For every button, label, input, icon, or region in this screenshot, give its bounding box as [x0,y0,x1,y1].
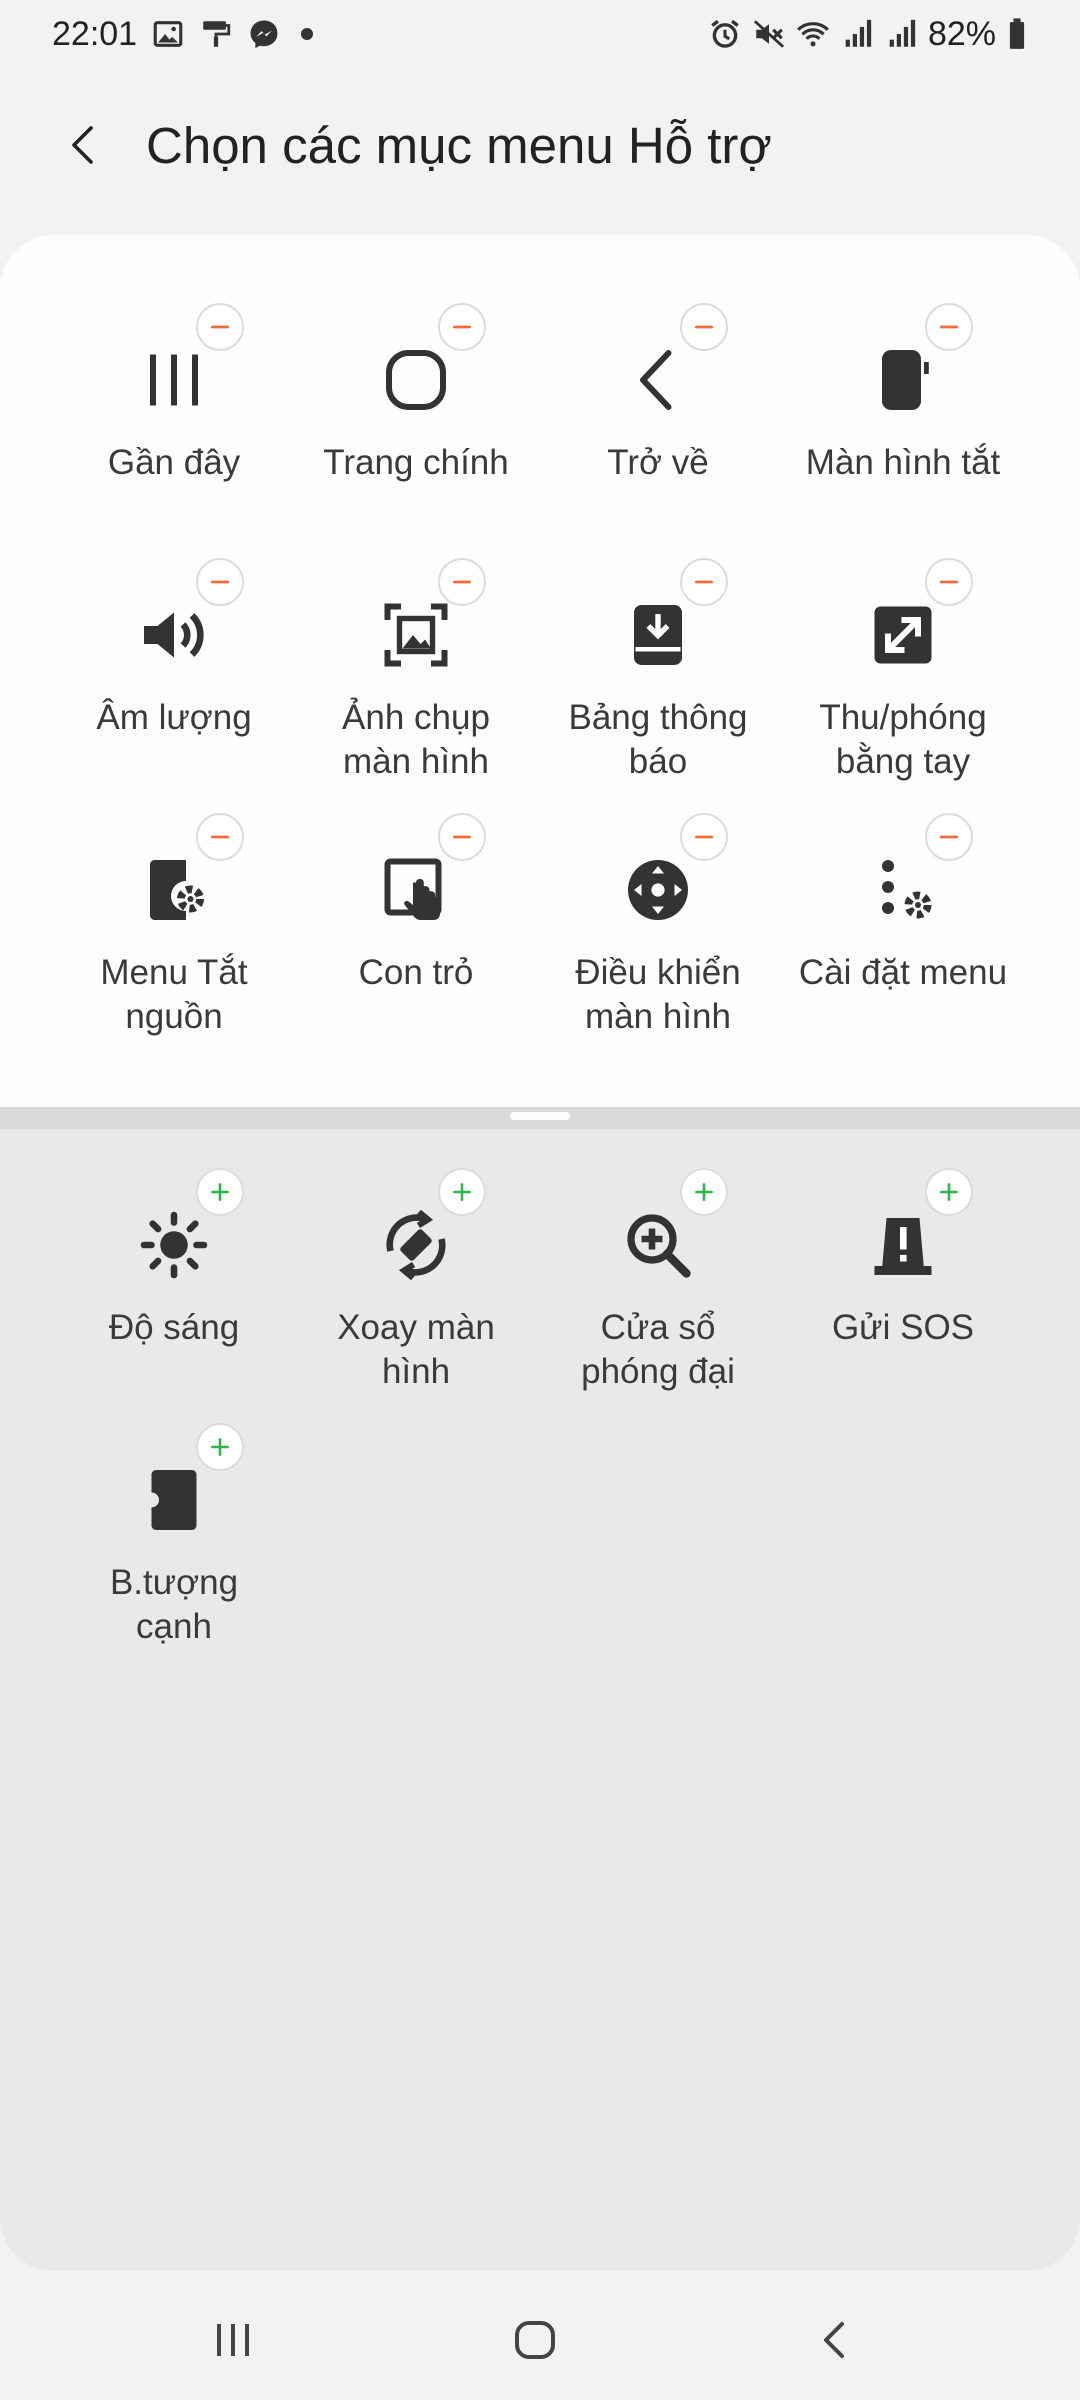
remove-pinch-zoom-button[interactable] [925,558,973,606]
menu-item-rotate-screen[interactable]: Xoay màn hình [295,1168,537,1408]
more-notifications-dot [301,28,314,40]
screen-off-icon [861,338,945,422]
menu-item-sos[interactable]: Gửi SOS [782,1168,1024,1408]
add-edge-panel-button[interactable] [196,1423,244,1471]
menu-item-power-menu[interactable]: Menu Tắt nguồn [53,813,295,1053]
home-nav-icon [515,2321,555,2359]
chevron-left-icon [72,126,93,164]
brightness-icon [132,1203,216,1287]
messenger-icon [247,17,281,51]
menu-item-label: Bảng thông báo [568,698,748,781]
menu-item-cursor[interactable]: Con trỏ [295,813,537,1053]
menu-item-label: Trang chính [323,443,509,482]
status-time: 22:01 [52,14,138,53]
page-title: Chọn các mục menu Hỗ trợ [146,116,772,174]
menu-item-notification-panel[interactable]: Bảng thông báo [537,558,779,798]
screenshot-icon [374,593,458,677]
drag-handle[interactable] [510,1112,570,1120]
pinch-zoom-icon [861,593,945,677]
status-bar: 22:01 82% [0,0,1080,68]
menu-item-pinch-zoom[interactable]: Thu/phóng bằng tay [782,558,1024,798]
add-rotate-screen-button[interactable] [438,1168,486,1216]
menu-item-home[interactable]: Trang chính [295,303,537,543]
remove-screenshot-button[interactable] [438,558,486,606]
remove-screen-off-button[interactable] [925,303,973,351]
back-icon [616,338,700,422]
menu-item-label: Điều khiển màn hình [575,953,741,1036]
magnifier-icon [616,1203,700,1287]
add-sos-button[interactable] [925,1168,973,1216]
status-right: 82% [708,15,1028,54]
cursor-icon [374,848,458,932]
recents-icon [132,338,216,422]
remove-menu-settings-button[interactable] [925,813,973,861]
menu-item-label: Menu Tắt nguồn [100,953,248,1036]
back-button[interactable] [44,105,124,185]
battery-percent: 82% [927,14,996,53]
back-nav-icon [824,2322,844,2358]
menu-item-label: Độ sáng [108,1308,240,1347]
menu-item-volume[interactable]: Âm lượng [53,558,295,798]
menu-item-label: Cửa sổ phóng đại [581,1308,735,1391]
menu-item-screenshot[interactable]: Ảnh chụp màn hình [295,558,537,798]
remove-volume-button[interactable] [196,558,244,606]
menu-item-recents[interactable]: Gần đây [53,303,295,543]
menu-item-label: Ảnh chụp màn hình [342,698,490,781]
menu-item-edge-panel[interactable]: B.tượng cạnh [53,1423,295,1663]
menu-item-label: Thu/phóng bằng tay [819,698,987,781]
remove-notification-panel-button[interactable] [680,558,728,606]
menu-item-label: Con trỏ [358,953,474,992]
remove-recents-button[interactable] [196,303,244,351]
gallery-icon [151,17,185,51]
recents-nav-icon [217,2324,249,2356]
menu-item-label: Xoay màn hình [337,1308,495,1391]
remove-power-menu-button[interactable] [196,813,244,861]
edge-panel-icon [132,1458,216,1542]
add-magnifier-button[interactable] [680,1168,728,1216]
nav-back-button[interactable] [796,2300,876,2380]
battery-icon [1006,17,1028,51]
menu-item-screen-off[interactable]: Màn hình tắt [782,303,1024,543]
app-bar: Chọn các mục menu Hỗ trợ [0,90,1080,200]
remove-cursor-button[interactable] [438,813,486,861]
paint-roller-icon [199,17,233,51]
nav-recents-button[interactable] [193,2300,273,2380]
remove-back-button[interactable] [680,303,728,351]
remove-screen-control-button[interactable] [680,813,728,861]
menu-item-screen-control[interactable]: Điều khiển màn hình [537,813,779,1053]
menu-item-label: Gần đây [107,443,241,482]
sos-icon [861,1203,945,1287]
status-left: 22:01 [52,14,314,54]
power-menu-icon [132,848,216,932]
signal-icon [884,17,918,51]
menu-item-magnifier[interactable]: Cửa sổ phóng đại [537,1168,779,1408]
menu-item-label: Trở về [607,443,709,482]
menu-settings-icon [861,848,945,932]
nav-home-button[interactable] [495,2300,575,2380]
menu-item-label: B.tượng cạnh [109,1563,239,1646]
add-brightness-button[interactable] [196,1168,244,1216]
home-icon [374,338,458,422]
menu-item-menu-settings[interactable]: Cài đặt menu [782,813,1024,1053]
menu-item-back[interactable]: Trở về [537,303,779,543]
signal-icon [840,17,874,51]
mute-icon [752,17,786,51]
remove-home-button[interactable] [438,303,486,351]
alarm-icon [708,17,742,51]
notification-panel-icon [616,593,700,677]
menu-item-label: Gửi SOS [831,1308,975,1347]
menu-item-brightness[interactable]: Độ sáng [53,1168,295,1408]
rotate-screen-icon [374,1203,458,1287]
wifi-icon [796,17,830,51]
screen-control-icon [616,848,700,932]
menu-item-label: Màn hình tắt [805,443,1001,482]
volume-icon [132,593,216,677]
navigation-bar [0,2280,1080,2400]
menu-item-label: Cài đặt menu [798,953,1008,992]
menu-item-label: Âm lượng [96,698,252,737]
